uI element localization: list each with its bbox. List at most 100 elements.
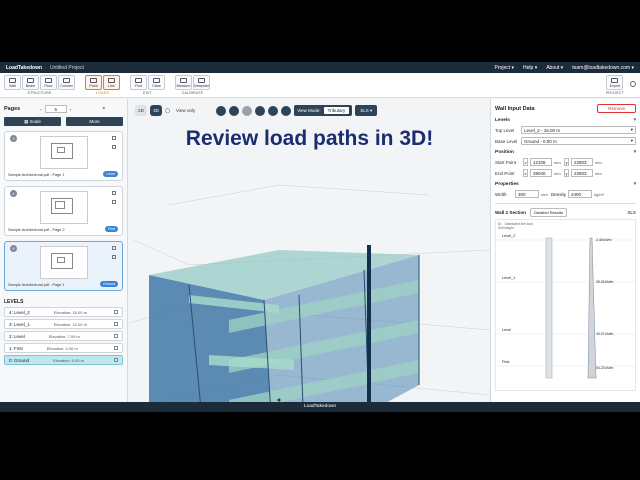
- chart-level-label: Level: [502, 328, 512, 332]
- section-load-case-select[interactable]: SLS: [627, 210, 636, 215]
- level-row[interactable]: 2: Level Elevation: 7.00 m: [4, 331, 123, 341]
- next-page-icon[interactable]: ›: [70, 107, 72, 112]
- page-thumbnail: [40, 136, 88, 169]
- copy-icon[interactable]: [112, 246, 116, 250]
- width-label: Width: [495, 191, 507, 197]
- page-title: Sample Architectural.pdf - Page 2: [8, 228, 65, 232]
- level-row[interactable]: 4: Level_2 Elevation: 16.00 m: [4, 307, 123, 317]
- detailed-results-button[interactable]: Detailed Results: [529, 208, 568, 217]
- view-2d-button[interactable]: 2D: [135, 105, 147, 116]
- level-tag: First: [105, 226, 118, 232]
- chart-value-label: 28.26 kN/m: [596, 280, 614, 284]
- viewport-3d[interactable]: 2D 3D ◯ View only View Mode: Tributary S…: [129, 99, 490, 402]
- view-3d-button[interactable]: 3D: [150, 105, 162, 116]
- export-button[interactable]: Export: [606, 75, 624, 90]
- group-structure: Wall Beam Floor Column STRUCTURE: [4, 75, 75, 95]
- viewport-toolbar: 2D 3D ◯ View only View Mode: Tributary S…: [135, 105, 378, 116]
- page-number-badge: 4: [10, 190, 17, 197]
- delete-icon[interactable]: [112, 255, 116, 259]
- level-row[interactable]: 1: First Elevation: 4.00 m: [4, 343, 123, 353]
- density-input[interactable]: 2400: [568, 190, 593, 198]
- delete-icon[interactable]: [112, 145, 116, 149]
- edit-icon[interactable]: [114, 310, 118, 314]
- remove-button[interactable]: Remove: [597, 104, 636, 113]
- page-card[interactable]: 3 Sample Architectural.pdf - Page 1 Leve…: [4, 131, 123, 181]
- top-menus: Project Help About team@loadtakedown.com: [495, 65, 634, 71]
- home-icon[interactable]: [281, 105, 292, 116]
- width-input[interactable]: 300: [515, 190, 539, 198]
- edit-icon[interactable]: [114, 334, 118, 338]
- beam-button[interactable]: Beam: [22, 75, 39, 90]
- section-properties[interactable]: Properties: [495, 182, 636, 187]
- copy-icon[interactable]: [112, 191, 116, 195]
- start-point-label: Start Point: [495, 159, 517, 165]
- wall-button[interactable]: Wall: [4, 75, 21, 90]
- delete-icon[interactable]: [112, 200, 116, 204]
- menu-about[interactable]: About: [546, 65, 563, 71]
- measure-button[interactable]: Measure: [175, 75, 192, 90]
- floor-button[interactable]: Floor: [40, 75, 57, 90]
- column-button[interactable]: Column: [58, 75, 75, 90]
- view-only-toggle-icon[interactable]: ◯: [165, 108, 170, 114]
- pages-header: Pages ‹ 5 › ×: [4, 105, 123, 113]
- edit-icon[interactable]: [114, 346, 118, 350]
- layers-icon[interactable]: [268, 105, 279, 116]
- prev-page-icon[interactable]: ‹: [40, 107, 42, 112]
- fit-view-icon[interactable]: [216, 105, 227, 116]
- rotate-icon[interactable]: [229, 105, 240, 116]
- line-icon: [108, 78, 115, 83]
- edit-icon[interactable]: [114, 358, 118, 362]
- group-loads: Point Line LOADS: [85, 75, 120, 95]
- sphere-icon[interactable]: [242, 105, 253, 116]
- group-label-project: PROJECT: [605, 91, 624, 95]
- start-x-input[interactable]: 12105: [530, 158, 552, 166]
- ruler-icon: [180, 78, 187, 83]
- scale-button[interactable]: ▦ Scale: [4, 117, 61, 126]
- end-y-input[interactable]: 22803: [571, 169, 593, 177]
- brand-logo[interactable]: LoadTakedown: [6, 65, 42, 71]
- page-card-selected[interactable]: 5 Sample Architectural.pdf - Page 1 Grou…: [4, 241, 123, 291]
- menu-account[interactable]: team@loadtakedown.com: [572, 65, 634, 71]
- building-model[interactable]: [129, 145, 490, 402]
- chart-value-label: 54.23 kN/m: [596, 366, 614, 370]
- view-mode-select[interactable]: View Mode: Tributary: [294, 105, 353, 116]
- toolbar: Wall Beam Floor Column STRUCTURE Point L…: [0, 73, 640, 98]
- cube-icon[interactable]: [255, 105, 266, 116]
- end-x-input[interactable]: 39040: [530, 169, 552, 177]
- load-case-select[interactable]: SLS ▾: [355, 105, 378, 116]
- view-mode-value: Tributary: [323, 107, 350, 114]
- level-row[interactable]: 3: Level_1 Elevation: 12.00 m: [4, 319, 123, 329]
- section-levels[interactable]: Levels: [495, 118, 636, 123]
- level-row-selected[interactable]: 0: Ground Elevation: 0.00 m: [4, 355, 123, 365]
- find-button[interactable]: Find: [130, 75, 147, 90]
- chart-value-label: 2.45 kN/m: [596, 238, 612, 242]
- section-position[interactable]: Position: [495, 150, 636, 155]
- more-button[interactable]: More: [66, 117, 123, 126]
- clear-button[interactable]: Clear: [148, 75, 165, 90]
- copy-icon[interactable]: [112, 136, 116, 140]
- view-only-label: View only: [176, 108, 196, 113]
- end-point-label: End Point: [495, 170, 515, 176]
- top-level-label: Top Level: [495, 127, 515, 133]
- page-card[interactable]: 4 Sample Architectural.pdf - Page 2 Firs…: [4, 186, 123, 236]
- group-label-calibrate: CALIBRATE: [181, 91, 204, 95]
- chart-level-label: First: [502, 360, 510, 364]
- viewpoint-button[interactable]: Viewpoint: [193, 75, 210, 90]
- menu-project[interactable]: Project: [495, 65, 514, 71]
- level-tag: Ground: [100, 281, 118, 287]
- chart-level-label: Level_2: [502, 234, 516, 238]
- gear-icon[interactable]: [630, 81, 636, 87]
- point-load-button[interactable]: Point: [85, 75, 102, 90]
- group-calibrate: Measure Viewpoint CALIBRATE: [175, 75, 210, 95]
- edit-icon[interactable]: [114, 322, 118, 326]
- level-tag: Level: [103, 171, 118, 177]
- line-load-button[interactable]: Line: [103, 75, 120, 90]
- base-level-select[interactable]: Ground - 0.00 m: [521, 137, 636, 145]
- close-icon[interactable]: ×: [102, 106, 105, 112]
- find-icon: [135, 78, 142, 83]
- page-number-input[interactable]: 5: [44, 105, 67, 113]
- top-level-select[interactable]: Level_2 - 16.00 m: [521, 126, 636, 134]
- page-title: Sample Architectural.pdf - Page 1: [8, 283, 65, 287]
- menu-help[interactable]: Help: [523, 65, 537, 71]
- start-y-input[interactable]: 22803: [571, 158, 593, 166]
